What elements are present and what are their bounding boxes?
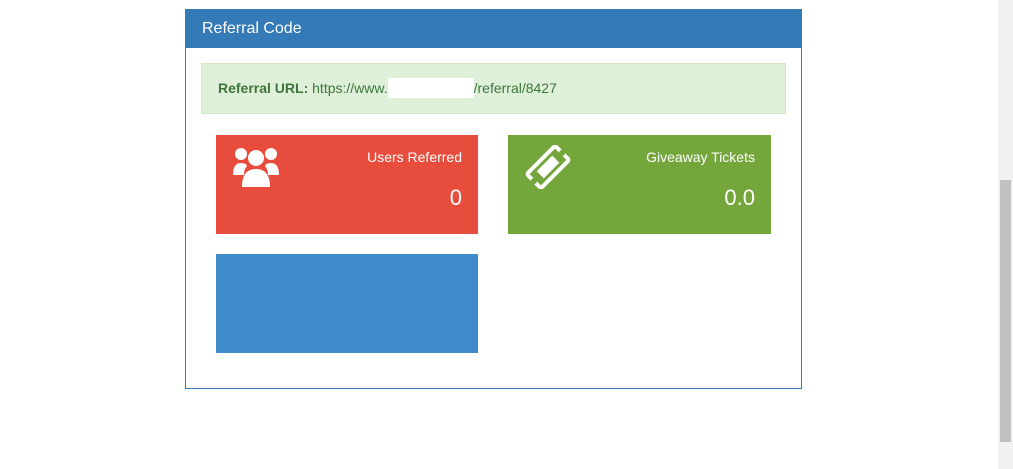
- blank-tile: [216, 254, 478, 353]
- panel-title: Referral Code: [202, 20, 302, 37]
- ticket-icon: [525, 145, 571, 189]
- panel-heading: Referral Code: [186, 10, 801, 48]
- users-referred-value: 0: [449, 185, 462, 210]
- scrollbar-thumb[interactable]: [1000, 180, 1011, 442]
- users-referred-tile: Users Referred 0: [216, 135, 478, 234]
- vertical-scrollbar[interactable]: [998, 0, 1013, 469]
- referral-url-label: Referral URL:: [218, 80, 309, 96]
- referral-url-suffix[interactable]: /referral/8427: [474, 80, 557, 96]
- giveaway-tickets-value: 0.0: [724, 185, 755, 210]
- redacted-domain: [387, 77, 474, 98]
- users-icon: [233, 148, 279, 187]
- page: Referral Code Referral URL: https://www.…: [0, 0, 1013, 469]
- referral-panel: Referral Code Referral URL: https://www.…: [185, 9, 802, 389]
- users-referred-label: Users Referred: [367, 149, 462, 165]
- referral-url-alert: Referral URL: https://www. /referral/8427: [201, 63, 786, 114]
- giveaway-tickets-label: Giveaway Tickets: [646, 149, 755, 165]
- referral-url-prefix[interactable]: https://www.: [312, 80, 387, 96]
- giveaway-tickets-tile: Giveaway Tickets 0.0: [508, 135, 771, 234]
